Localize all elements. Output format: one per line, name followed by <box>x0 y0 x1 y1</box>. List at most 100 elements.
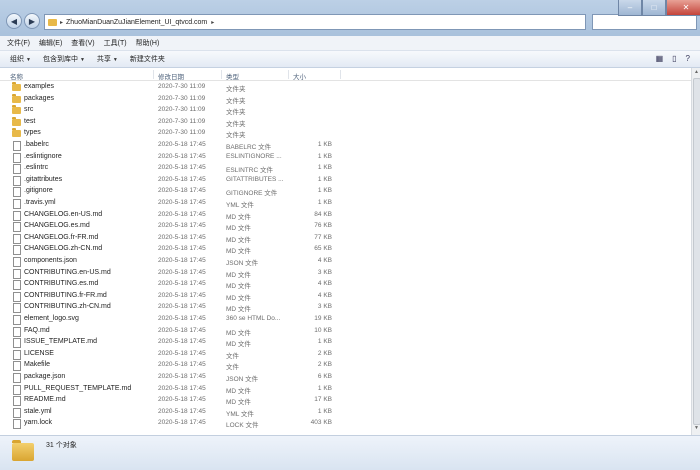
vertical-scrollbar[interactable]: ▲ ▼ <box>691 68 700 435</box>
file-row[interactable]: CONTRIBUTING.es.md 2020-5-18 17:45 MD 文件 4 … <box>0 279 691 291</box>
folder-icon <box>12 116 21 126</box>
menu-bar: 文件(F) 编辑(E) 查看(V) 工具(T) 帮助(H) <box>0 36 700 51</box>
file-name: LICENSE <box>24 349 54 357</box>
close-button[interactable]: ✕ <box>666 0 700 16</box>
file-icon <box>13 315 21 325</box>
minimize-button[interactable]: – <box>618 0 642 16</box>
file-row[interactable]: yarn.lock 2020-5-18 17:45 LOCK 文件 403 KB <box>0 418 691 430</box>
maximize-button[interactable]: □ <box>642 0 666 16</box>
view-mode-icon[interactable]: ▦ <box>656 54 664 63</box>
file-row[interactable]: test 2020-7-30 11:09 文件夹 <box>0 116 691 129</box>
file-row[interactable]: stale.yml 2020-5-18 17:45 YML 文件 1 KB <box>0 407 691 419</box>
organize-button[interactable]: 组织 ▼ <box>10 54 31 64</box>
menu-view[interactable]: 查看(V) <box>71 38 94 48</box>
preview-pane-icon[interactable]: ▯ <box>672 54 676 63</box>
file-date: 2020-5-18 17:45 <box>158 280 206 288</box>
column-divider[interactable] <box>340 70 341 79</box>
file-date: 2020-5-18 17:45 <box>158 361 206 369</box>
file-size: 3 KB <box>317 303 332 311</box>
file-size: 1 KB <box>317 384 332 392</box>
title-bar: ◀ ▶ ▸ ZhuoMianDuanZuJianElement_UI_qtvcd… <box>0 0 700 36</box>
file-icon <box>13 268 21 279</box>
address-bar[interactable]: ▸ ZhuoMianDuanZuJianElement_UI_qtvcd.com… <box>44 14 586 30</box>
file-row[interactable]: .travis.yml 2020-5-18 17:45 YML 文件 1 KB <box>0 198 691 210</box>
menu-help[interactable]: 帮助(H) <box>136 38 160 48</box>
maximize-icon: □ <box>651 3 657 12</box>
file-row[interactable]: CHANGELOG.zh-CN.md 2020-5-18 17:45 MD 文件 65… <box>0 244 691 256</box>
file-icon <box>13 338 21 349</box>
column-divider[interactable] <box>153 70 154 79</box>
share-button[interactable]: 共享 ▼ <box>97 54 118 64</box>
file-size: 6 KB <box>317 373 332 380</box>
file-row[interactable]: examples 2020-7-30 11:09 文件夹 <box>0 82 691 94</box>
file-row[interactable]: .babelrc 2020-5-18 17:45 BABELRC 文件 1 KB <box>0 140 691 152</box>
file-size: 1 KB <box>317 141 332 148</box>
help-icon[interactable]: ? <box>686 54 690 63</box>
file-row[interactable]: components.json 2020-5-18 17:45 JSON 文件 4 K… <box>0 256 691 268</box>
file-name: CHANGELOG.zh-CN.md <box>24 245 103 253</box>
column-date[interactable]: 修改日期 <box>158 71 184 81</box>
scroll-up-icon[interactable]: ▲ <box>693 69 700 77</box>
include-in-library-button[interactable]: 包含到库中 ▼ <box>43 54 85 64</box>
column-name[interactable]: 名称 <box>10 71 23 81</box>
menu-edit[interactable]: 编辑(E) <box>39 38 62 48</box>
file-icon <box>13 419 21 430</box>
file-row[interactable]: FAQ.md 2020-5-18 17:45 MD 文件 10 KB <box>0 326 691 338</box>
file-type: GITATTRIBUTES ... <box>226 175 284 183</box>
file-name: CONTRIBUTING.es.md <box>24 280 99 288</box>
column-divider[interactable] <box>288 70 289 79</box>
file-row[interactable]: README.md 2020-5-18 17:45 MD 文件 17 KB <box>0 395 691 407</box>
forward-button[interactable]: ▶ <box>24 13 40 29</box>
breadcrumb-separator[interactable]: ▸ <box>60 19 63 26</box>
file-type: MD 文件 <box>226 225 251 233</box>
file-type: MD 文件 <box>226 329 251 337</box>
new-folder-button[interactable]: 新建文件夹 <box>130 54 165 64</box>
file-row[interactable]: types 2020-7-30 11:09 文件夹 <box>0 128 691 140</box>
file-icon <box>13 210 21 221</box>
search-input[interactable] <box>592 14 697 30</box>
file-icon <box>13 245 21 256</box>
file-row[interactable]: CHANGELOG.en-US.md 2020-5-18 17:45 MD 文件 84… <box>0 210 691 222</box>
breadcrumb-dropdown-icon[interactable]: ▸ <box>211 19 214 26</box>
file-row[interactable]: LICENSE 2020-5-18 17:45 文件 2 KB <box>0 349 691 361</box>
file-date: 2020-5-18 17:45 <box>158 257 206 264</box>
menu-tools[interactable]: 工具(T) <box>104 38 127 48</box>
file-name: CONTRIBUTING.fr-FR.md <box>24 291 107 299</box>
scrollbar-thumb[interactable] <box>693 78 700 425</box>
file-row[interactable]: CHANGELOG.es.md 2020-5-18 17:45 MD 文件 76 KB <box>0 221 691 233</box>
file-row[interactable]: CONTRIBUTING.zh-CN.md 2020-5-18 17:45 MD 文… <box>0 302 691 314</box>
file-row[interactable]: .gitignore 2020-5-18 17:45 GITIGNORE 文件 1 K… <box>0 186 691 198</box>
file-size: 1 KB <box>317 338 332 346</box>
file-row[interactable]: element_logo.svg 2020-5-18 17:45 360 se HT… <box>0 314 691 326</box>
file-row[interactable]: src 2020-7-30 11:09 文件夹 <box>0 105 691 117</box>
file-row[interactable]: package.json 2020-5-18 17:45 JSON 文件 6 KB <box>0 372 691 384</box>
file-row[interactable]: Makefile 2020-5-18 17:45 文件 2 KB <box>0 360 691 372</box>
folder-icon <box>12 440 34 461</box>
file-name: .eslintrc <box>24 164 49 172</box>
file-name: examples <box>24 83 54 90</box>
file-row[interactable]: .eslintignore 2020-5-18 17:45 ESLINTIGNORE… <box>0 152 691 164</box>
file-row[interactable]: packages 2020-7-30 11:09 文件夹 <box>0 93 691 106</box>
file-date: 2020-5-18 17:45 <box>158 175 206 183</box>
file-row[interactable]: PULL_REQUEST_TEMPLATE.md 2020-5-18 17:45 M… <box>0 384 691 396</box>
file-name: CONTRIBUTING.zh-CN.md <box>24 303 111 311</box>
arrow-right-icon: ▶ <box>28 16 36 26</box>
file-row[interactable]: CONTRIBUTING.en-US.md 2020-5-18 17:45 MD 文… <box>0 268 691 280</box>
menu-file[interactable]: 文件(F) <box>7 38 30 48</box>
file-date: 2020-5-18 17:45 <box>158 141 206 148</box>
column-size[interactable]: 大小 <box>293 71 306 81</box>
file-icon <box>13 303 21 314</box>
file-name: CONTRIBUTING.en-US.md <box>24 268 111 276</box>
scroll-down-icon[interactable]: ▼ <box>693 425 700 433</box>
file-icon <box>13 175 21 186</box>
back-button[interactable]: ◀ <box>6 13 22 29</box>
file-row[interactable]: .gitattributes 2020-5-18 17:45 GITATTRIBUT… <box>0 175 691 187</box>
file-row[interactable]: CHANGELOG.fr-FR.md 2020-5-18 17:45 MD 文件 77… <box>0 233 691 245</box>
file-name: src <box>24 106 34 114</box>
column-divider[interactable] <box>221 70 222 79</box>
file-row[interactable]: .eslintrc 2020-5-18 17:45 ESLINTRC 文件 1 KB <box>0 163 691 175</box>
column-type[interactable]: 类型 <box>226 71 239 81</box>
file-row[interactable]: ISSUE_TEMPLATE.md 2020-5-18 17:45 MD 文件 1 K… <box>0 337 691 349</box>
file-row[interactable]: CONTRIBUTING.fr-FR.md 2020-5-18 17:45 MD 文… <box>0 291 691 303</box>
breadcrumb-path[interactable]: ZhuoMianDuanZuJianElement_UI_qtvcd.com <box>66 19 207 26</box>
